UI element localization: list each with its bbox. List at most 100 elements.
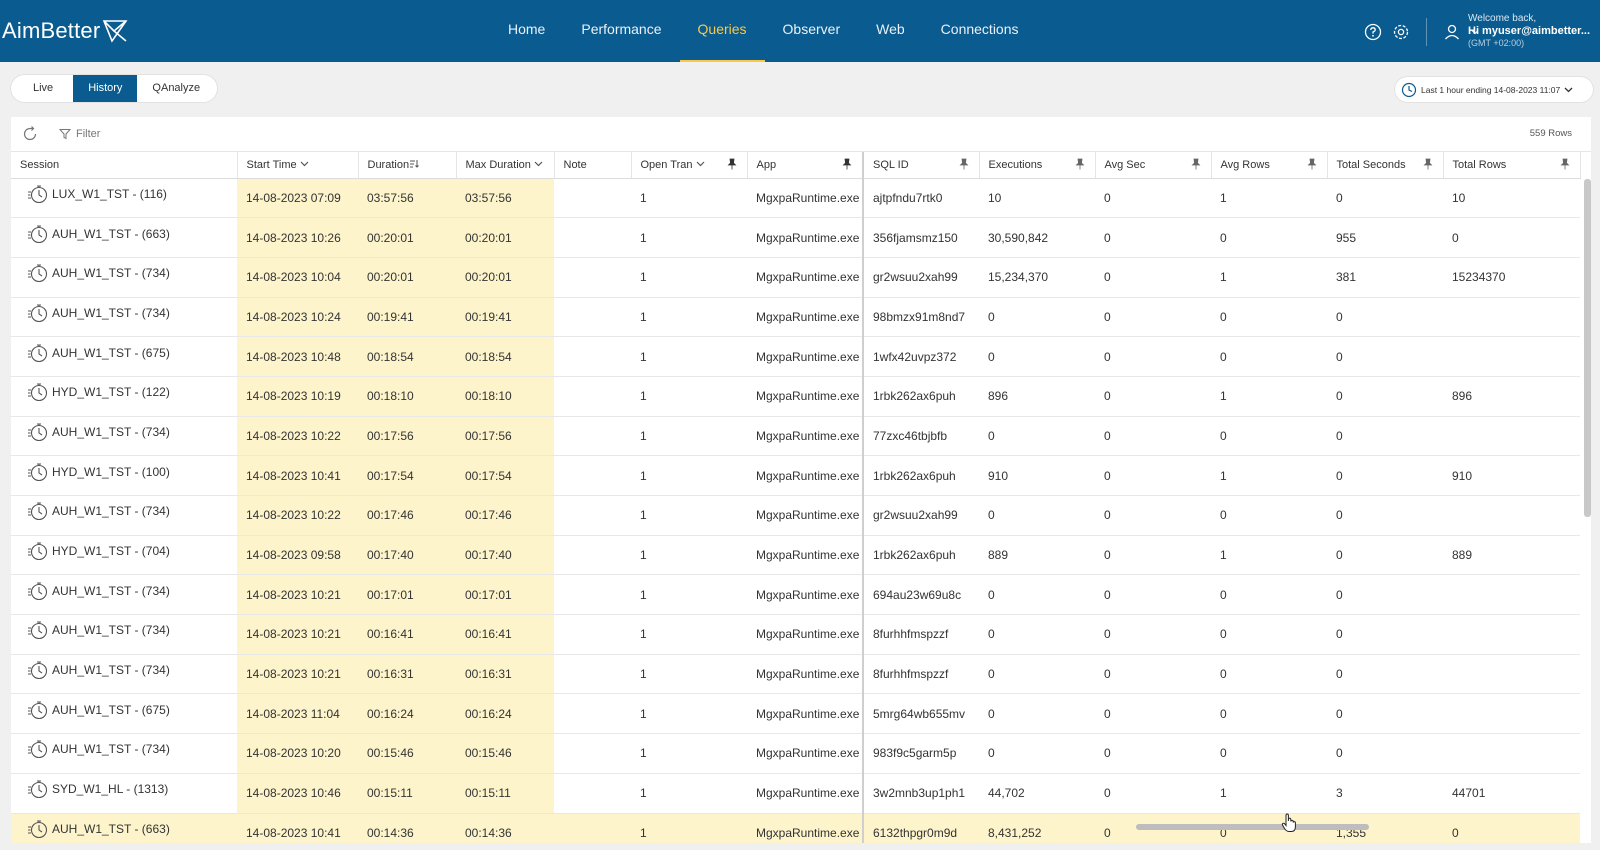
logo[interactable]: AimBetter xyxy=(2,16,128,46)
executions-cell: 0 xyxy=(979,693,1095,735)
table-row[interactable]: AUH_W1_TST - (734) 14-08-2023 10:21 00:16:… xyxy=(11,614,1580,655)
session-label[interactable]: HYD_W1_TST - (704) xyxy=(52,544,170,558)
session-cell: SYD_W1_HL - (1313) xyxy=(11,773,237,814)
note-cell xyxy=(554,376,631,417)
col-avg-sec[interactable]: Avg Sec xyxy=(1095,152,1212,179)
table-row[interactable]: AUH_W1_TST - (734) 14-08-2023 10:21 00:17:… xyxy=(11,574,1580,616)
main-nav: Home Performance Queries Observer Web Co… xyxy=(490,0,1037,62)
executions-cell: 0 xyxy=(979,336,1095,377)
avg-rows-cell: 0 xyxy=(1211,693,1327,735)
table-row[interactable]: AUH_W1_TST - (734) 14-08-2023 10:22 00:17:… xyxy=(11,416,1580,457)
open-tran-cell: 1 xyxy=(631,376,747,417)
col-start-time[interactable]: Start Time xyxy=(237,152,359,179)
note-cell xyxy=(554,574,631,616)
total-seconds-cell: 0 xyxy=(1327,455,1443,496)
session-label[interactable]: AUH_W1_TST - (734) xyxy=(52,306,170,320)
executions-cell: 889 xyxy=(979,535,1095,576)
nav-connections[interactable]: Connections xyxy=(923,0,1037,62)
col-open-tran[interactable]: Open Tran xyxy=(631,152,748,179)
tab-live[interactable]: Live xyxy=(13,75,73,102)
nav-web[interactable]: Web xyxy=(858,0,923,62)
session-label[interactable]: AUH_W1_TST - (675) xyxy=(52,703,170,717)
col-session[interactable]: Session xyxy=(11,152,238,179)
session-label[interactable]: AUH_W1_TST - (734) xyxy=(52,623,170,637)
col-executions[interactable]: Executions xyxy=(979,152,1096,179)
user-info[interactable]: Welcome back, Hi myuser@aimbetter... (GM… xyxy=(1468,13,1590,49)
table-row[interactable]: HYD_W1_TST - (704) 14-08-2023 09:58 00:17:… xyxy=(11,535,1580,576)
tab-qanalyze[interactable]: QAnalyze xyxy=(137,75,215,102)
chevron-down-icon xyxy=(300,161,309,167)
vertical-scrollbar[interactable] xyxy=(1584,179,1591,517)
tab-history[interactable]: History xyxy=(73,75,138,102)
session-label[interactable]: AUH_W1_TST - (734) xyxy=(52,504,170,518)
executions-cell: 0 xyxy=(979,654,1095,695)
help-icon[interactable] xyxy=(1364,23,1382,41)
gear-icon[interactable] xyxy=(1392,23,1410,41)
table-row[interactable]: AUH_W1_TST - (675) 14-08-2023 10:48 00:18:… xyxy=(11,336,1580,377)
executions-cell: 0 xyxy=(979,574,1095,616)
duration-cell: 00:16:41 xyxy=(358,614,456,655)
table-row[interactable]: AUH_W1_TST - (734) 14-08-2023 10:21 00:16:… xyxy=(11,654,1580,695)
executions-cell: 0 xyxy=(979,297,1095,338)
col-note[interactable]: Note xyxy=(554,152,632,179)
session-label[interactable]: LUX_W1_TST - (116) xyxy=(52,187,167,201)
table-row[interactable]: LUX_W1_TST - (116) 14-08-2023 07:09 03:57:… xyxy=(11,178,1580,219)
app-cell: MgxpaRuntime.exe xyxy=(747,495,864,536)
total-seconds-cell: 0 xyxy=(1327,574,1443,616)
nav-performance[interactable]: Performance xyxy=(563,0,679,62)
query-timer-icon xyxy=(28,344,48,362)
col-app[interactable]: App xyxy=(747,152,864,179)
horizontal-scrollbar[interactable] xyxy=(1136,824,1369,830)
col-total-rows[interactable]: Total Rows xyxy=(1443,152,1581,179)
hand-cursor-icon xyxy=(1281,813,1296,832)
app-cell: MgxpaRuntime.exe xyxy=(747,178,864,219)
table-row[interactable]: AUH_W1_TST - (734) 14-08-2023 10:24 00:19:… xyxy=(11,297,1580,338)
top-navbar: AimBetter Home Performance Queries Obser… xyxy=(0,0,1600,62)
table-row[interactable]: AUH_W1_TST - (663) 14-08-2023 10:26 00:20:… xyxy=(11,217,1580,258)
session-label[interactable]: SYD_W1_HL - (1313) xyxy=(52,782,168,796)
session-label[interactable]: AUH_W1_TST - (663) xyxy=(52,227,170,241)
table-row[interactable]: AUH_W1_TST - (734) 14-08-2023 10:04 00:20:… xyxy=(11,257,1580,298)
avg-sec-cell: 0 xyxy=(1095,217,1211,258)
table-row[interactable]: AUH_W1_TST - (675) 14-08-2023 11:04 00:16:… xyxy=(11,693,1580,735)
table-row[interactable]: AUH_W1_TST - (734) 14-08-2023 10:22 00:17:… xyxy=(11,495,1580,536)
sql-id-cell: 1rbk262ax6puh xyxy=(863,455,979,496)
session-label[interactable]: AUH_W1_TST - (734) xyxy=(52,742,170,756)
col-total-seconds[interactable]: Total Seconds xyxy=(1327,152,1444,179)
total-seconds-cell: 0 xyxy=(1327,336,1443,377)
table-row[interactable]: AUH_W1_TST - (734) 14-08-2023 10:20 00:15:… xyxy=(11,733,1580,774)
refresh-icon[interactable] xyxy=(21,125,39,143)
session-label[interactable]: AUH_W1_TST - (734) xyxy=(52,266,170,280)
table-header-row: Session Start Time Duration Max Duration… xyxy=(11,152,1581,179)
user-icon[interactable] xyxy=(1443,23,1461,41)
session-cell: AUH_W1_TST - (734) xyxy=(11,574,237,616)
start-time-cell: 14-08-2023 10:48 xyxy=(237,336,358,377)
start-time-cell: 14-08-2023 10:41 xyxy=(237,455,358,496)
table-row[interactable]: HYD_W1_TST - (122) 14-08-2023 10:19 00:18:… xyxy=(11,376,1580,417)
session-label[interactable]: AUH_W1_TST - (663) xyxy=(52,822,170,836)
open-tran-cell: 1 xyxy=(631,813,747,843)
start-time-cell: 14-08-2023 10:21 xyxy=(237,614,358,655)
start-time-cell: 14-08-2023 10:22 xyxy=(237,495,358,536)
table-row[interactable]: SYD_W1_HL - (1313) 14-08-2023 10:46 00:15:… xyxy=(11,773,1580,814)
session-label[interactable]: AUH_W1_TST - (734) xyxy=(52,425,170,439)
filter-button[interactable]: Filter xyxy=(59,128,100,140)
nav-home[interactable]: Home xyxy=(490,0,563,62)
nav-observer[interactable]: Observer xyxy=(765,0,859,62)
chevron-down-icon xyxy=(696,161,704,167)
col-duration[interactable]: Duration xyxy=(358,152,457,179)
time-range-selector[interactable]: Last 1 hour ending 14-08-2023 11:07 xyxy=(1395,77,1593,102)
col-max-duration[interactable]: Max Duration xyxy=(456,152,555,179)
session-label[interactable]: AUH_W1_TST - (734) xyxy=(52,663,170,677)
col-sql-id[interactable]: SQL ID xyxy=(863,152,980,179)
table-row[interactable]: HYD_W1_TST - (100) 14-08-2023 10:41 00:17:… xyxy=(11,455,1580,496)
col-avg-rows[interactable]: Avg Rows xyxy=(1211,152,1328,179)
session-label[interactable]: HYD_W1_TST - (100) xyxy=(52,465,170,479)
session-label[interactable]: AUH_W1_TST - (734) xyxy=(52,584,170,598)
total-rows-cell xyxy=(1443,654,1580,695)
session-label[interactable]: HYD_W1_TST - (122) xyxy=(52,385,170,399)
session-label[interactable]: AUH_W1_TST - (675) xyxy=(52,346,170,360)
logo-mark-icon xyxy=(103,20,128,43)
nav-queries[interactable]: Queries xyxy=(679,0,765,62)
pin-icon xyxy=(842,158,852,170)
